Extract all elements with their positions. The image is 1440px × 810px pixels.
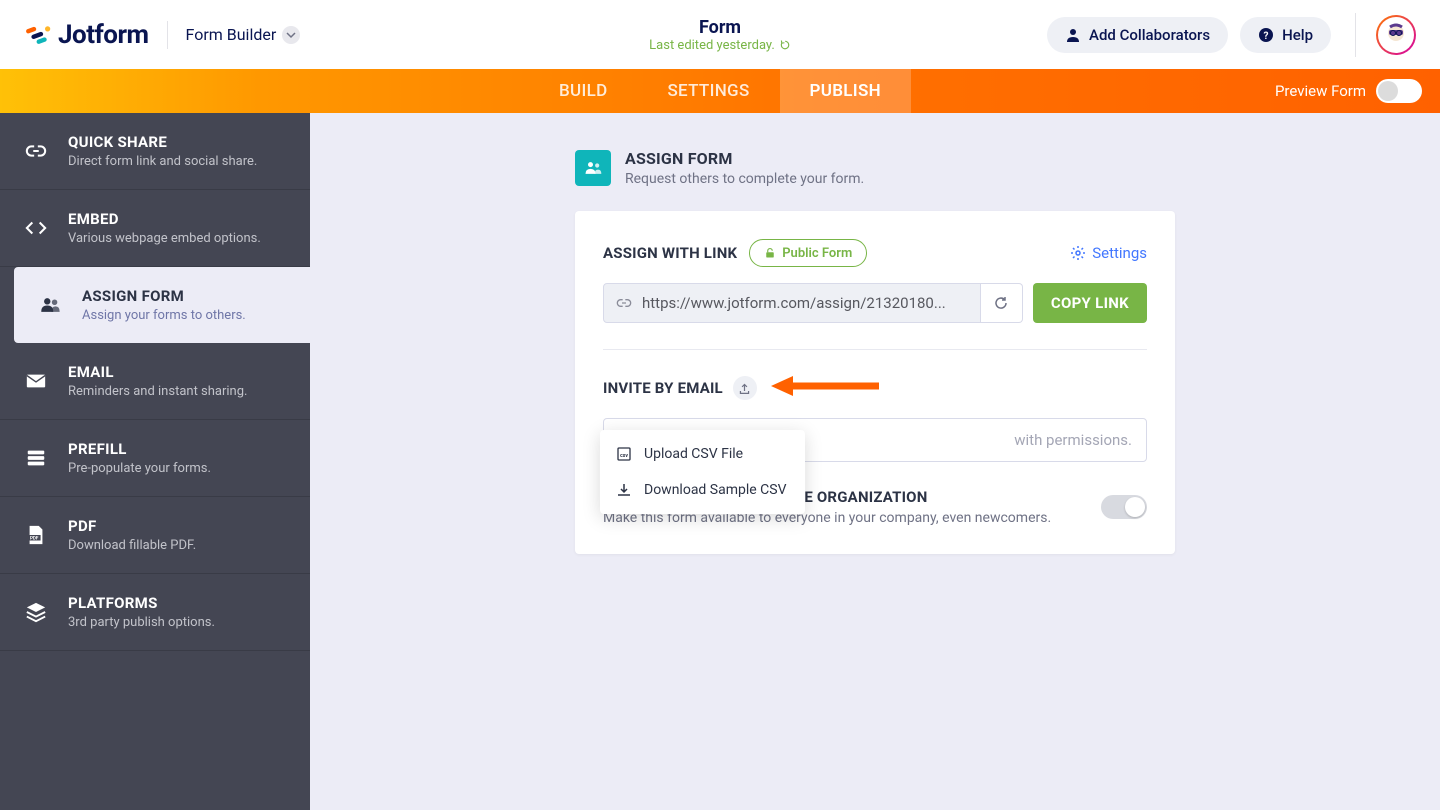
page-title: ASSIGN FORM (625, 149, 864, 168)
annotation-arrow (771, 373, 881, 399)
sidebar-item-embed[interactable]: EMBEDVarious webpage embed options. (0, 190, 310, 267)
avatar[interactable] (1376, 15, 1416, 55)
refresh-link-button[interactable] (981, 283, 1023, 323)
copy-link-button[interactable]: COPY LINK (1033, 283, 1147, 323)
svg-text:?: ? (1264, 31, 1269, 42)
svg-text:csv: csv (620, 453, 628, 459)
form-builder-dropdown[interactable]: Form Builder (186, 25, 301, 44)
page-header: ASSIGN FORM Request others to complete y… (575, 149, 1175, 187)
sidebar: QUICK SHAREDirect form link and social s… (0, 113, 310, 810)
pdf-icon: PDF (25, 524, 47, 546)
download-icon (616, 482, 632, 498)
code-icon (25, 217, 47, 239)
csv-options-button[interactable] (733, 376, 757, 400)
avatar-face-icon (1382, 21, 1410, 49)
assign-with-link-title: ASSIGN WITH LINK (603, 244, 737, 262)
prefill-icon (25, 447, 47, 469)
help-button[interactable]: ? Help (1240, 17, 1331, 53)
sidebar-item-email[interactable]: EMAILReminders and instant sharing. (0, 343, 310, 420)
divider (1355, 13, 1356, 57)
email-icon (25, 370, 47, 392)
chevron-down-icon (282, 26, 300, 44)
preview-toggle[interactable] (1376, 79, 1422, 103)
form-title[interactable]: Form (649, 17, 791, 38)
people-icon (39, 294, 61, 316)
preview-form-label: Preview Form (1275, 82, 1366, 100)
refresh-icon (993, 295, 1009, 311)
sidebar-item-platforms[interactable]: PLATFORMS3rd party publish options. (0, 574, 310, 651)
csv-icon: csv (616, 446, 632, 462)
assign-org-toggle[interactable] (1101, 495, 1147, 519)
logo-text: Jotform (58, 20, 149, 50)
tab-build[interactable]: BUILD (529, 69, 637, 113)
link-icon (25, 140, 47, 162)
sidebar-item-prefill[interactable]: PREFILLPre-populate your forms. (0, 420, 310, 497)
tab-settings[interactable]: SETTINGS (637, 69, 779, 113)
person-icon (1065, 27, 1081, 43)
form-builder-label: Form Builder (186, 25, 277, 44)
top-header: Jotform Form Builder Form Last edited ye… (0, 0, 1440, 69)
link-icon (616, 295, 632, 311)
svg-text:PDF: PDF (30, 536, 39, 542)
unlock-icon (764, 247, 776, 259)
link-input-group: https://www.jotform.com/assign/21320180.… (603, 283, 1023, 323)
gear-icon (1070, 245, 1086, 261)
download-sample-csv-item[interactable]: Download Sample CSV (600, 472, 805, 508)
divider (167, 21, 168, 49)
add-collaborators-button[interactable]: Add Collaborators (1047, 17, 1228, 53)
tabs-bar: BUILD SETTINGS PUBLISH Preview Form (0, 69, 1440, 113)
last-edited: Last edited yesterday. (649, 38, 791, 53)
assign-link-field[interactable]: https://www.jotform.com/assign/21320180.… (603, 283, 981, 323)
invite-by-email-header: INVITE BY EMAIL (603, 376, 1147, 400)
logo[interactable]: Jotform (24, 20, 149, 50)
header-right: Add Collaborators ? Help (1047, 13, 1416, 57)
help-icon: ? (1258, 27, 1274, 43)
divider (603, 349, 1147, 350)
sidebar-item-assign-form[interactable]: ASSIGN FORMAssign your forms to others. (14, 267, 310, 343)
page-subtitle: Request others to complete your form. (625, 171, 864, 187)
settings-link[interactable]: Settings (1070, 244, 1147, 262)
public-form-badge[interactable]: Public Form (749, 239, 867, 267)
main-content: ASSIGN FORM Request others to complete y… (310, 113, 1440, 810)
tab-publish[interactable]: PUBLISH (780, 69, 911, 113)
sidebar-item-pdf[interactable]: PDF PDFDownload fillable PDF. (0, 497, 310, 574)
assign-form-icon (575, 150, 611, 186)
csv-dropdown: csv Upload CSV File Download Sample CSV (600, 430, 805, 514)
invite-by-email-title: INVITE BY EMAIL (603, 379, 723, 397)
email-placeholder-trail: with permissions. (1014, 431, 1132, 449)
logo-mark-icon (24, 21, 52, 49)
upload-icon (738, 382, 751, 395)
form-title-area: Form Last edited yesterday. (649, 17, 791, 53)
sidebar-item-quick-share[interactable]: QUICK SHAREDirect form link and social s… (0, 113, 310, 190)
preview-form-toggle-group: Preview Form (1275, 69, 1422, 113)
layers-icon (25, 601, 47, 623)
revision-icon[interactable] (779, 39, 791, 51)
upload-csv-item[interactable]: csv Upload CSV File (600, 436, 805, 472)
